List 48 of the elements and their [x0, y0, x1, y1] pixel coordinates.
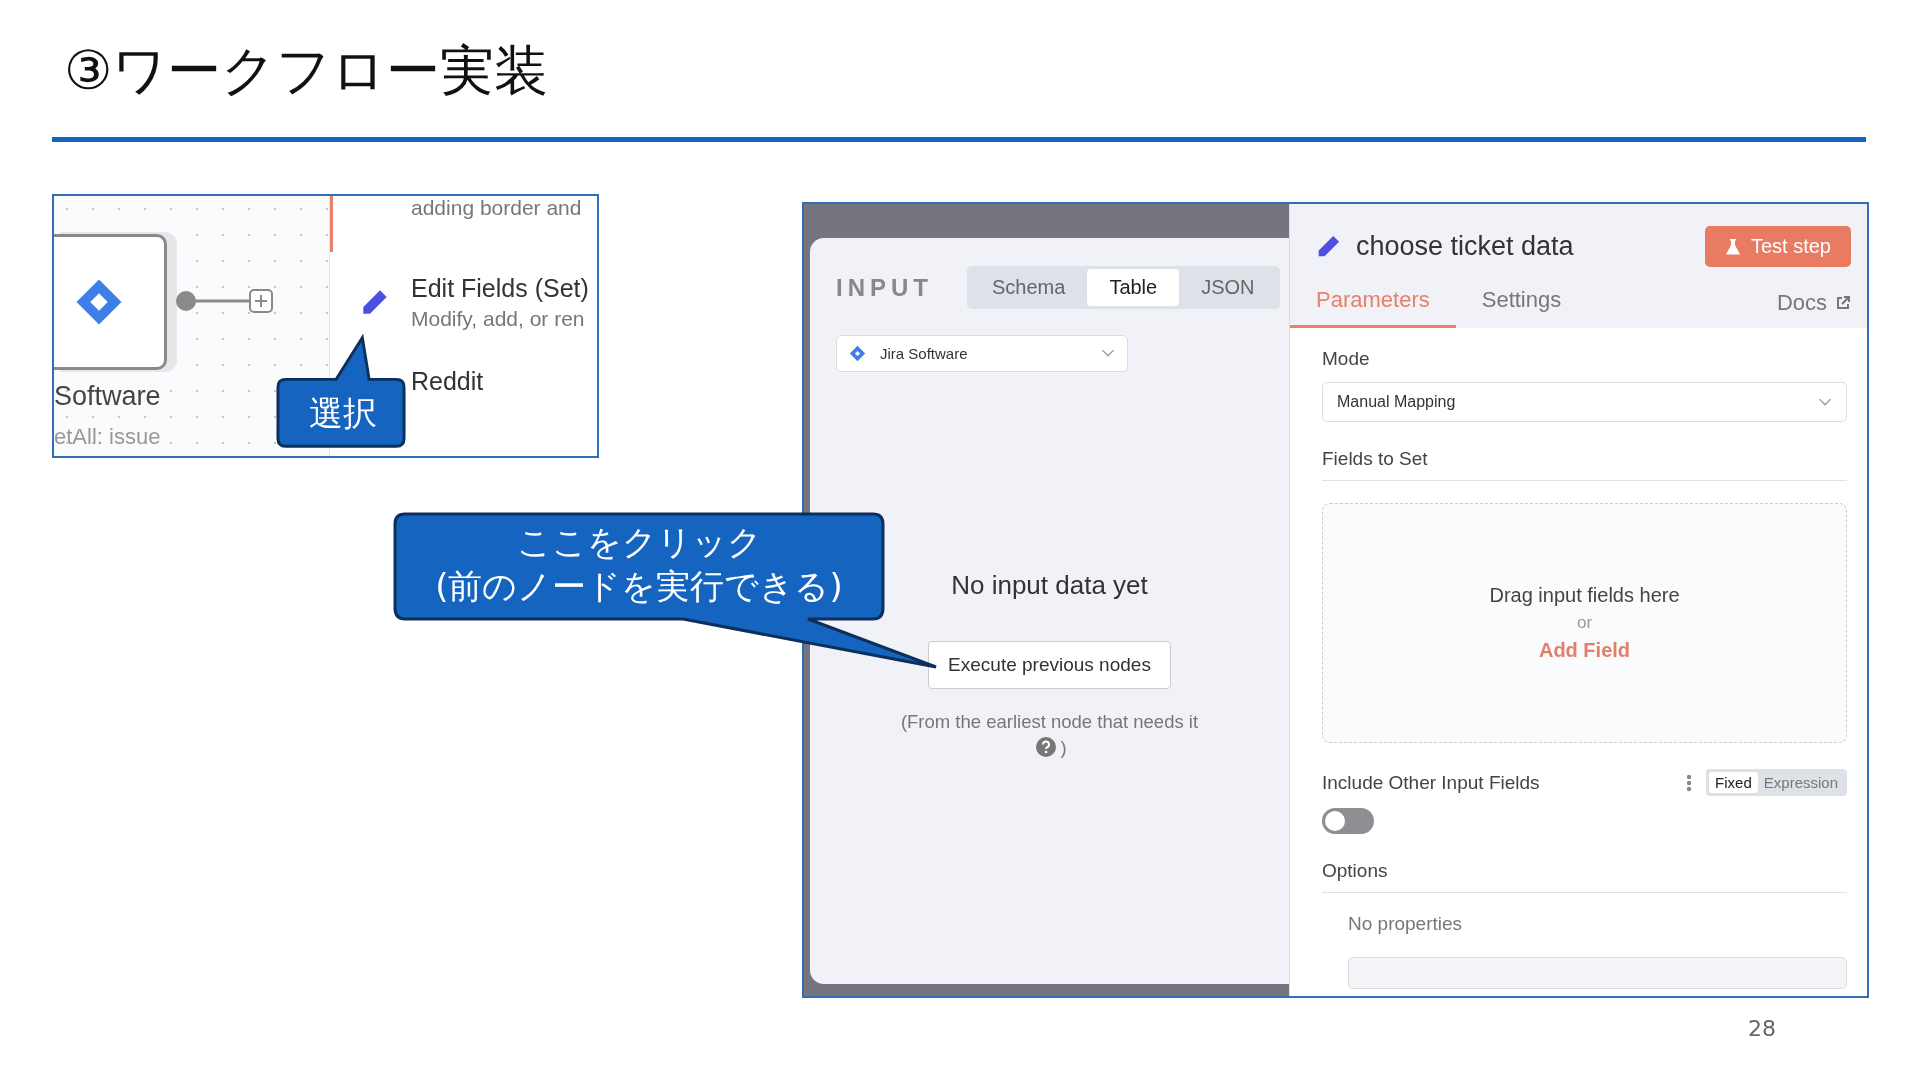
- panel-tab[interactable]: Settings: [1455, 279, 1588, 328]
- node-title[interactable]: Edit Fields (Set): [411, 274, 589, 303]
- drop-text: Drag input fields here: [1489, 584, 1680, 607]
- test-step-button[interactable]: Test step: [1704, 226, 1851, 267]
- external-link-icon: [1835, 295, 1851, 311]
- mode-option[interactable]: Fixed: [1709, 772, 1758, 793]
- node-label: Software: [54, 381, 161, 412]
- hint-text: ): [1060, 737, 1067, 758]
- slide-title: ③ワークフロー実装: [64, 38, 550, 104]
- select-value: Manual Mapping: [1337, 393, 1456, 411]
- view-tab[interactable]: JSON: [1179, 269, 1277, 306]
- empty-state-title: No input data yet: [951, 570, 1148, 601]
- callout-text: ここをクリック (前のノードを実行できる): [434, 521, 844, 608]
- section-heading: Fields to Set: [1322, 448, 1847, 481]
- panel-tab[interactable]: Parameters: [1290, 279, 1456, 328]
- field-label: Include Other Input Fields: [1322, 771, 1541, 794]
- help-icon[interactable]: [1036, 737, 1057, 757]
- select-value: Jira Software: [880, 345, 969, 362]
- diamond-logo-icon: [849, 345, 866, 362]
- drop-text: or: [1576, 613, 1593, 633]
- toggle-switch[interactable]: [1322, 808, 1374, 834]
- chevron-down-icon[interactable]: [1101, 349, 1115, 358]
- diamond-logo-icon: [74, 277, 124, 327]
- node-description: adding border and: [411, 196, 582, 220]
- more-options-icon[interactable]: [1686, 773, 1693, 792]
- dropdown-field[interactable]: [1348, 957, 1847, 989]
- docs-link[interactable]: Docs: [1776, 290, 1851, 328]
- node-title[interactable]: Reddit: [411, 367, 484, 396]
- flask-icon: [1724, 237, 1741, 256]
- mode-select[interactable]: Manual Mapping: [1322, 382, 1847, 422]
- node-connector-icon[interactable]: [174, 286, 274, 316]
- source-select[interactable]: Jira Software: [836, 335, 1128, 372]
- section-heading: Options: [1322, 860, 1847, 893]
- panel-label: INPUT: [836, 273, 933, 302]
- view-tab[interactable]: Table: [1087, 269, 1180, 306]
- chevron-down-icon[interactable]: [1818, 397, 1832, 407]
- add-field-link[interactable]: Add Field: [1538, 639, 1631, 662]
- node-subtitle: etAll: issue: [54, 424, 161, 450]
- callout-text: 選択: [308, 392, 378, 435]
- node-title: choose ticket data: [1356, 231, 1575, 262]
- node-description: Modify, add, or ren: [411, 307, 586, 331]
- view-tab[interactable]: Schema: [970, 269, 1088, 306]
- empty-text: No properties: [1348, 913, 1464, 935]
- execute-button[interactable]: Execute previous nodes: [928, 641, 1171, 689]
- hint-text: (From the earliest node that needs it: [900, 711, 1199, 732]
- mode-option[interactable]: Expression: [1757, 772, 1844, 793]
- page-number: 28: [1748, 1016, 1776, 1041]
- field-label: Mode: [1322, 348, 1371, 370]
